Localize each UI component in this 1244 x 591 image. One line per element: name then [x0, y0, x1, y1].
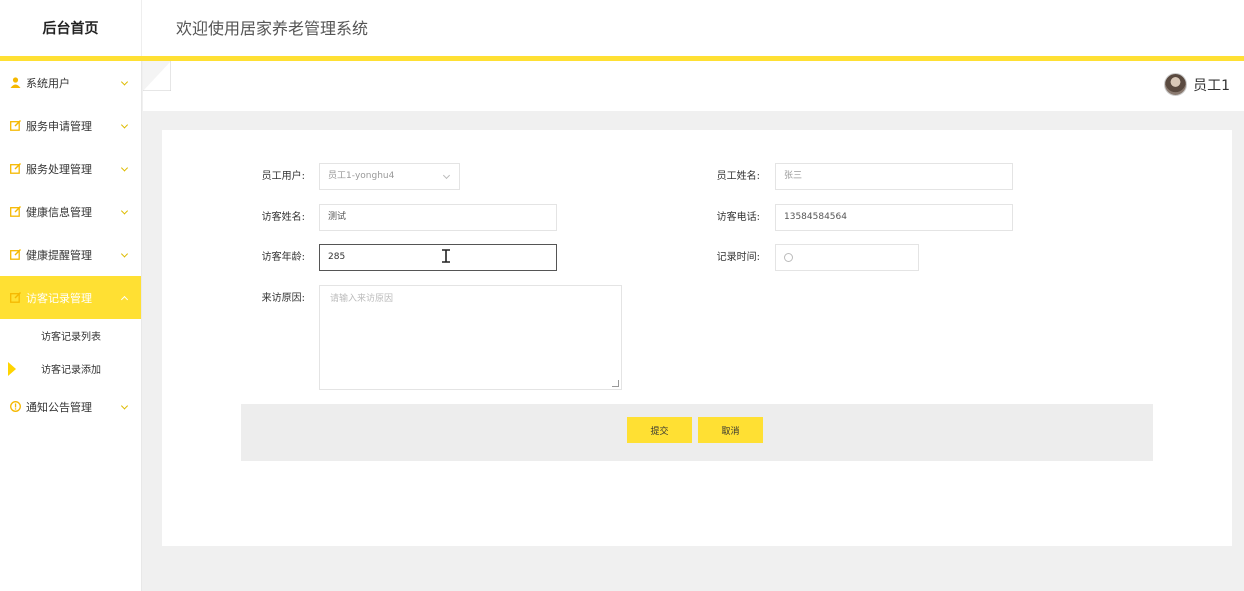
- user-name: 员工1: [1193, 77, 1230, 94]
- sidebar-item-label: 健康提醒管理: [26, 248, 92, 262]
- clock-icon: [784, 253, 793, 262]
- submenu-item-visitor-list[interactable]: 访客记录列表: [0, 319, 141, 352]
- sidebar-item-service-apply[interactable]: 服务申请管理: [0, 104, 141, 147]
- active-arrow-icon: [8, 361, 16, 376]
- employee-name-field[interactable]: 张三: [775, 163, 1013, 190]
- sidebar-item-visitor-records[interactable]: 访客记录管理: [0, 276, 141, 319]
- visitor-name-value: 测试: [328, 212, 347, 222]
- avatar: [1164, 73, 1188, 96]
- submit-button[interactable]: 提交: [627, 417, 692, 443]
- sidebar-item-notices[interactable]: 通知公告管理: [0, 385, 141, 428]
- employee-user-label: 员工用户:: [261, 171, 305, 182]
- visitor-age-value: 285: [328, 252, 346, 262]
- chevron-up-icon: [120, 295, 129, 303]
- form-panel: 员工用户: 员工1-yonghu4 员工姓名: 张三 访客姓名: 测试 访客电话…: [162, 130, 1232, 546]
- cancel-button[interactable]: 取消: [698, 417, 763, 443]
- user-menu[interactable]: 员工1: [1164, 73, 1230, 96]
- visit-reason-placeholder: 请输入来访原因: [330, 294, 394, 304]
- visitor-phone-field[interactable]: 13584584564: [775, 204, 1013, 231]
- chevron-down-icon: [120, 163, 129, 172]
- sidebar-item-label: 系统用户: [26, 76, 70, 90]
- employee-name-label: 员工姓名:: [716, 171, 760, 182]
- visitor-phone-label: 访客电话:: [716, 212, 760, 223]
- submenu-item-label: 访客记录列表: [41, 332, 101, 343]
- submenu-item-label: 访客记录添加: [41, 365, 101, 376]
- edit-icon: [10, 292, 21, 303]
- form-actions: 提交 取消: [241, 404, 1153, 461]
- chevron-down-icon: [442, 171, 451, 180]
- sub-header: 员工1: [143, 61, 1244, 111]
- sidebar-item-label: 通知公告管理: [26, 400, 92, 414]
- info-icon: [10, 401, 21, 412]
- page-title: 欢迎使用居家养老管理系统: [176, 19, 369, 38]
- visit-reason-label: 来访原因:: [261, 293, 305, 304]
- visitor-age-label: 访客年龄:: [261, 252, 305, 263]
- sidebar: 系统用户 服务申请管理 服务处理管理 健康信息管理 健康提醒管理 访客记录管理: [0, 61, 142, 591]
- sidebar-item-label: 健康信息管理: [26, 205, 92, 219]
- visitor-name-label: 访客姓名:: [261, 212, 305, 223]
- edit-icon: [10, 120, 21, 131]
- sidebar-item-health-info[interactable]: 健康信息管理: [0, 190, 141, 233]
- employee-user-value: 员工1-yonghu4: [328, 171, 395, 181]
- chevron-down-icon: [120, 77, 129, 86]
- visitor-age-field[interactable]: 285: [319, 244, 557, 271]
- sidebar-item-label: 服务申请管理: [26, 119, 92, 133]
- record-time-picker[interactable]: [775, 244, 919, 271]
- user-icon: [10, 77, 21, 88]
- edit-icon: [10, 249, 21, 260]
- resize-handle-icon[interactable]: [612, 380, 619, 387]
- employee-user-select[interactable]: 员工1-yonghu4: [319, 163, 460, 190]
- sidebar-item-label: 访客记录管理: [26, 291, 92, 305]
- employee-name-value: 张三: [784, 171, 803, 181]
- sidebar-item-label: 服务处理管理: [26, 162, 92, 176]
- visit-reason-textarea[interactable]: 请输入来访原因: [319, 285, 622, 390]
- chevron-down-icon: [120, 249, 129, 258]
- top-bar: 后台首页 欢迎使用居家养老管理系统: [0, 0, 1244, 56]
- sidebar-item-health-reminder[interactable]: 健康提醒管理: [0, 233, 141, 276]
- visitor-name-field[interactable]: 测试: [319, 204, 557, 231]
- sidebar-item-service-process[interactable]: 服务处理管理: [0, 147, 141, 190]
- visitor-phone-value: 13584584564: [784, 212, 847, 222]
- sidebar-item-system-users[interactable]: 系统用户: [0, 61, 141, 104]
- edit-icon: [10, 206, 21, 217]
- edit-icon: [10, 163, 21, 174]
- text-cursor-icon: [441, 249, 451, 266]
- chevron-down-icon: [120, 120, 129, 129]
- chevron-down-icon: [120, 206, 129, 215]
- submenu-item-visitor-add[interactable]: 访客记录添加: [0, 352, 141, 385]
- chevron-down-icon: [120, 401, 129, 410]
- home-logo-link[interactable]: 后台首页: [0, 0, 142, 56]
- record-time-label: 记录时间:: [716, 252, 760, 263]
- collapse-sidebar-icon[interactable]: [143, 61, 172, 92]
